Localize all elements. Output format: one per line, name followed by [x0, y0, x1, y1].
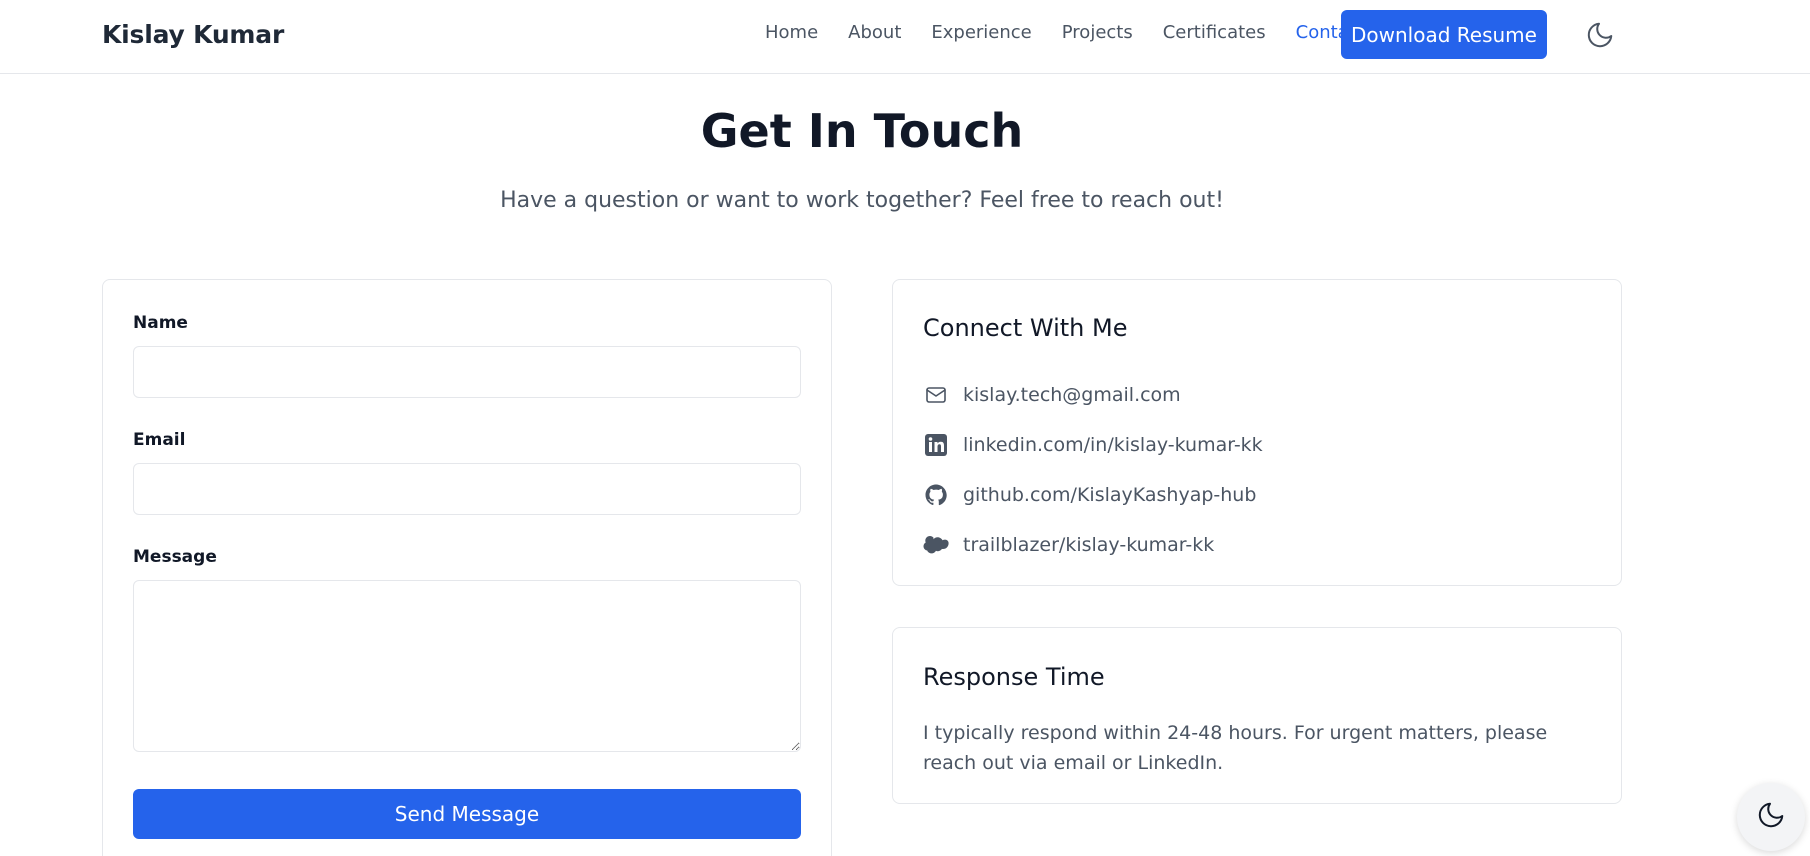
- theme-toggle-moon-icon[interactable]: [1585, 20, 1615, 50]
- message-label: Message: [133, 547, 217, 567]
- response-time-card: Response Time I typically respond within…: [892, 627, 1622, 804]
- nav-projects[interactable]: Projects: [1062, 22, 1133, 43]
- nav-about[interactable]: About: [848, 22, 901, 43]
- contact-linkedin[interactable]: linkedin.com/in/kislay-kumar-kk: [923, 430, 1263, 460]
- email-link[interactable]: kislay.tech@gmail.com: [963, 384, 1181, 406]
- nav-home[interactable]: Home: [765, 22, 818, 43]
- linkedin-icon: [923, 432, 949, 458]
- message-textarea[interactable]: [133, 580, 801, 752]
- response-text: I typically respond within 24-48 hours. …: [923, 722, 1548, 774]
- salesforce-cloud-icon: [923, 532, 949, 558]
- top-navbar: Kislay Kumar Home About Experience Proje…: [0, 0, 1810, 74]
- name-label: Name: [133, 313, 188, 333]
- floating-theme-toggle[interactable]: [1737, 783, 1805, 851]
- contact-form-card: Name Email Message Send Message: [102, 279, 832, 856]
- brand-name[interactable]: Kislay Kumar: [102, 20, 284, 49]
- nav-certificates[interactable]: Certificates: [1163, 22, 1266, 43]
- email-label: Email: [133, 430, 186, 450]
- response-title: Response Time: [923, 663, 1105, 691]
- contact-github[interactable]: github.com/KislayKashyap-hub: [923, 480, 1256, 510]
- download-resume-button[interactable]: Download Resume: [1341, 10, 1547, 59]
- connect-card: Connect With Me kislay.tech@gmail.com li…: [892, 279, 1622, 586]
- email-input[interactable]: [133, 463, 801, 515]
- send-message-button[interactable]: Send Message: [133, 789, 801, 839]
- name-input[interactable]: [133, 346, 801, 398]
- nav-experience[interactable]: Experience: [931, 22, 1031, 43]
- mail-icon: [923, 382, 949, 408]
- main-nav: Home About Experience Projects Certifica…: [765, 22, 1396, 43]
- contact-email[interactable]: kislay.tech@gmail.com: [923, 380, 1181, 410]
- github-icon: [923, 482, 949, 508]
- contact-trailblazer[interactable]: trailblazer/kislay-kumar-kk: [923, 530, 1214, 560]
- connect-title: Connect With Me: [923, 314, 1128, 342]
- github-link[interactable]: github.com/KislayKashyap-hub: [963, 484, 1256, 506]
- trailblazer-link[interactable]: trailblazer/kislay-kumar-kk: [963, 534, 1214, 556]
- moon-icon: [1756, 800, 1786, 835]
- page-title: Get In Touch: [700, 104, 1024, 158]
- page-subtitle: Have a question or want to work together…: [500, 188, 1224, 213]
- linkedin-link[interactable]: linkedin.com/in/kislay-kumar-kk: [963, 434, 1263, 456]
